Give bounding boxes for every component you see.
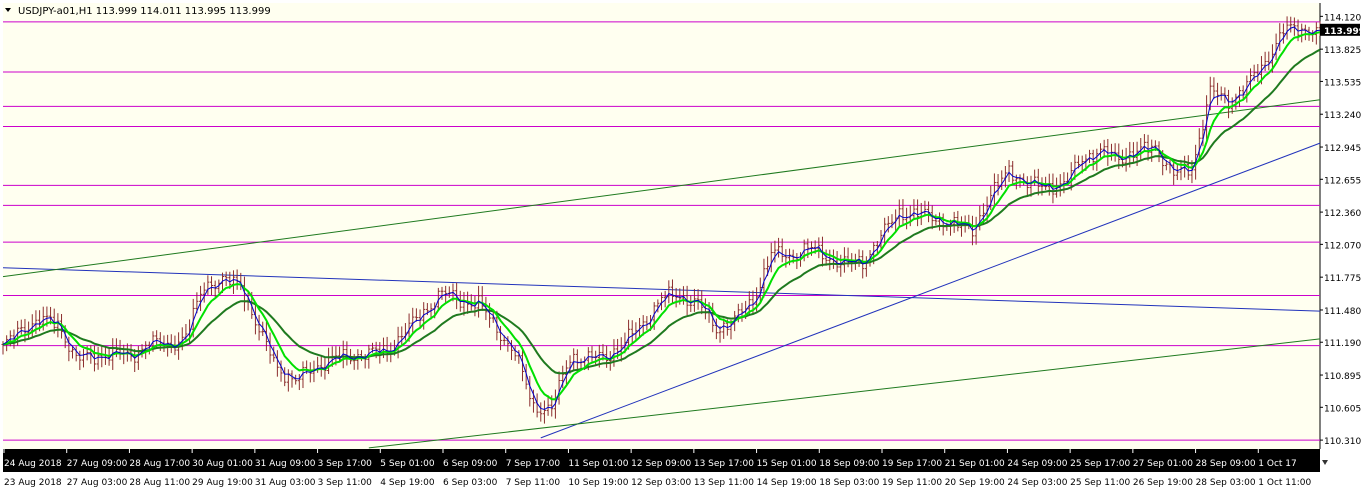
x-tick-label-bottom: 28 Sep 03:00 [1196,478,1256,488]
x-tick-label-bottom: 18 Sep 03:00 [819,478,879,488]
x-tick-label-bottom: 23 Aug 2018 [4,478,62,488]
x-tick-label-bottom: 27 Aug 03:00 [67,478,128,488]
x-tick-label-top: 27 Sep 01:00 [1133,459,1193,469]
x-tick-label-bottom: 28 Aug 11:00 [129,478,190,488]
y-tick-label: 111.480 [1324,307,1361,317]
x-tick-label-top: 30 Aug 01:00 [192,459,253,469]
bid-price-label: 113.999 [1324,27,1362,37]
x-tick-label-top: 11 Sep 01:00 [568,459,628,469]
price-chart[interactable]: 114.120 113.825 113.535 113.240 112.945 112.6… [0,0,1362,493]
x-tick-label-bottom: 20 Sep 19:00 [945,478,1005,488]
x-tick-label-bottom: 31 Aug 03:00 [255,478,316,488]
plot-area[interactable] [3,3,1320,449]
y-tick-label: 114.120 [1324,13,1361,23]
x-tick-label-top: 19 Sep 17:00 [882,459,942,469]
x-tick-label-top: 27 Aug 09:00 [67,459,128,469]
x-tick-label-top: 1 Oct 17 [1258,459,1296,469]
y-tick-label: 110.895 [1324,372,1361,382]
x-tick-label-bottom: 25 Sep 11:00 [1070,478,1130,488]
y-tick-label: 112.070 [1324,241,1361,251]
y-tick-label: 113.240 [1324,111,1361,121]
x-tick-label-bottom: 24 Sep 03:00 [1007,478,1067,488]
x-tick-label-bottom: 3 Sep 11:00 [318,478,373,488]
x-tick-label-top: 28 Aug 17:00 [129,459,190,469]
x-tick-label-top: 24 Sep 09:00 [1007,459,1067,469]
y-tick-label: 111.190 [1324,339,1361,349]
x-tick-label-top: 31 Aug 09:00 [255,459,316,469]
y-tick-label: 110.605 [1324,404,1361,414]
x-tick-label-top: 18 Sep 09:00 [819,459,879,469]
y-tick-label: 110.310 [1324,437,1361,447]
x-tick-label-bottom: 6 Sep 03:00 [443,478,498,488]
x-tick-label-bottom: 7 Sep 11:00 [506,478,561,488]
x-tick-label-bottom: 12 Sep 03:00 [631,478,691,488]
x-tick-label-top: 13 Sep 17:00 [694,459,754,469]
y-tick-label: 112.655 [1324,176,1361,186]
x-tick-label-top: 28 Sep 09:00 [1196,459,1256,469]
x-tick-label-bottom: 26 Sep 19:00 [1133,478,1193,488]
x-tick-label-bottom: 1 Oct 11:00 [1258,478,1311,488]
x-tick-label-bottom: 13 Sep 11:00 [694,478,754,488]
current-price-tag: 113.999 [1320,23,1362,37]
x-tick-label-top: 6 Sep 09:00 [443,459,498,469]
x-tick-label-bottom: 29 Aug 19:00 [192,478,253,488]
y-tick-label: 113.825 [1324,46,1361,56]
x-tick-label-bottom: 10 Sep 19:00 [568,478,628,488]
chart-header: USDJPY-a01,H1 113.999 114.011 113.995 11… [18,6,271,17]
y-tick-label: 112.360 [1324,209,1361,219]
x-tick-label-top: 3 Sep 17:00 [318,459,373,469]
x-tick-label-bottom: 14 Sep 19:00 [757,478,817,488]
x-tick-label-top: 5 Sep 01:00 [380,459,435,469]
x-tick-label-top: 21 Sep 01:00 [945,459,1005,469]
y-tick-label: 112.945 [1324,144,1361,154]
y-tick-label: 113.535 [1324,78,1361,88]
x-tick-label-top: 15 Sep 01:00 [757,459,817,469]
y-tick-label: 111.775 [1324,274,1361,284]
x-tick-label-top: 7 Sep 17:00 [506,459,561,469]
price-axis [1320,3,1362,449]
x-tick-label-top: 12 Sep 09:00 [631,459,691,469]
x-tick-label-bottom: 19 Sep 11:00 [882,478,942,488]
x-tick-label-bottom: 4 Sep 19:00 [380,478,435,488]
x-tick-label-top: 25 Sep 17:00 [1070,459,1130,469]
x-tick-label-top: 24 Aug 2018 [4,459,62,469]
